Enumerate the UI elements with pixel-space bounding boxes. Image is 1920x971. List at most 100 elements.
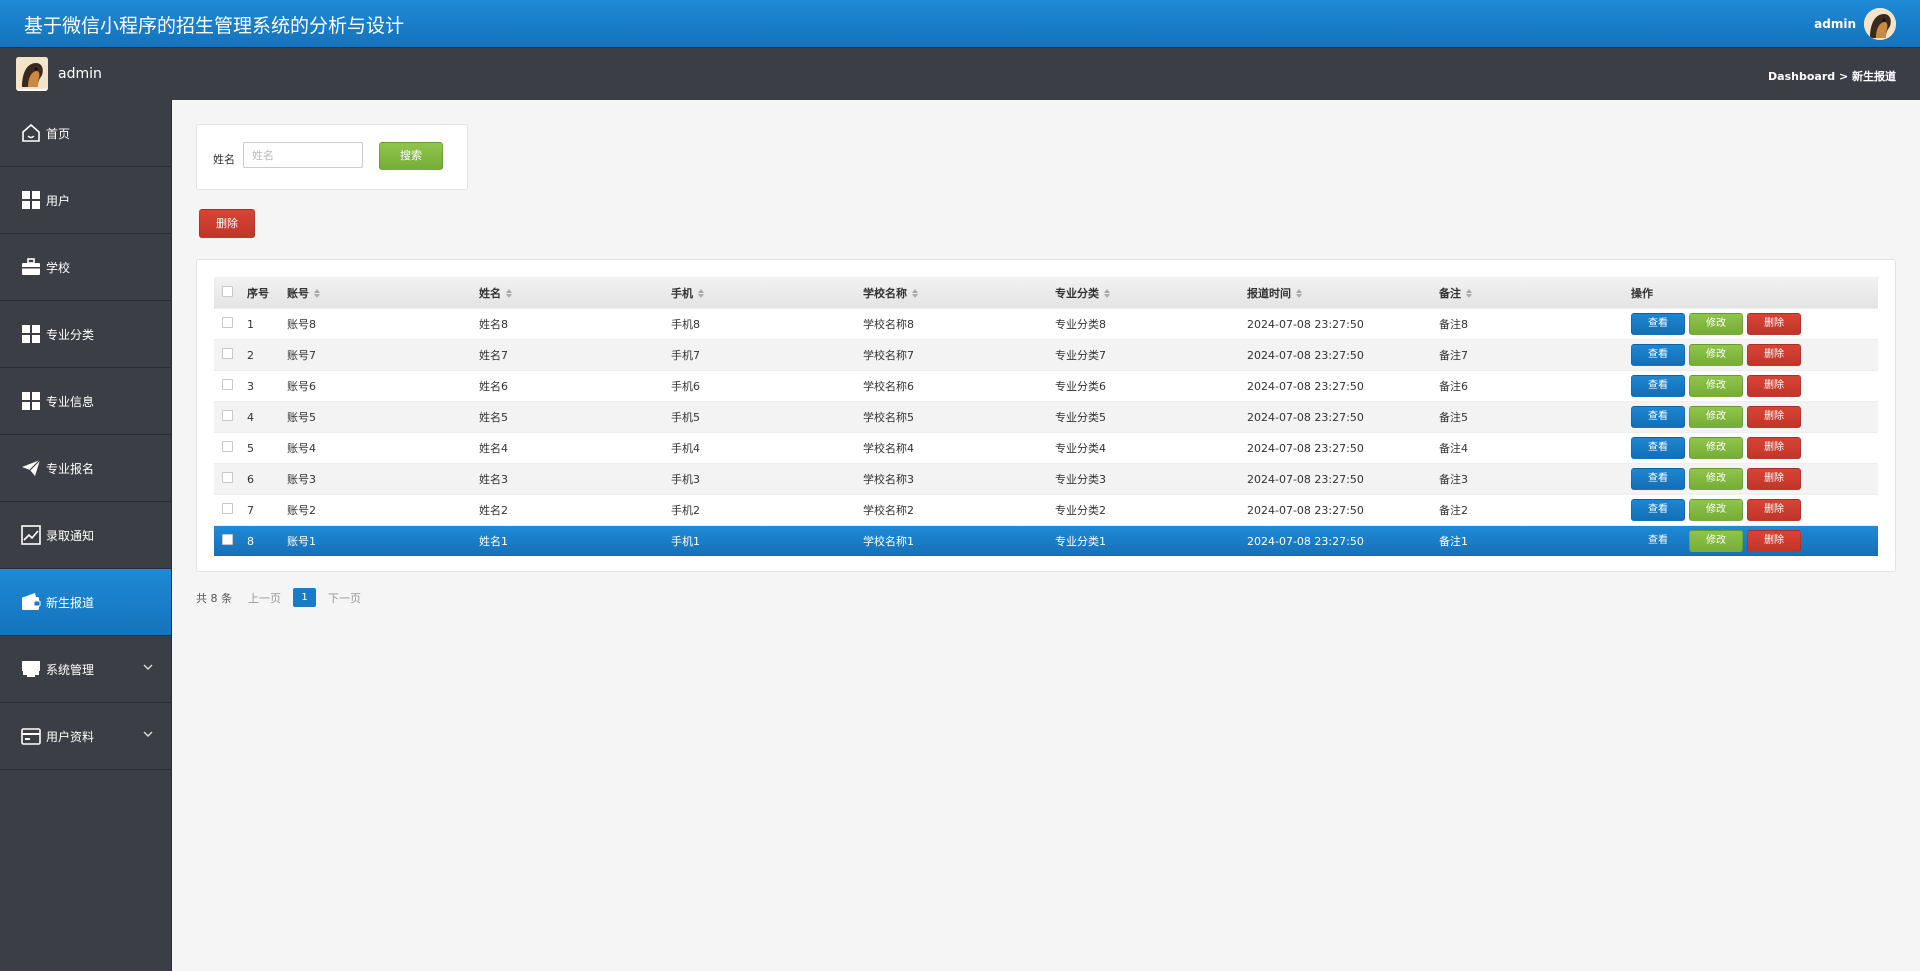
row-actions: 查看 修改 删除 xyxy=(1631,437,1878,459)
view-button[interactable]: 查看 xyxy=(1631,344,1685,366)
row-checkbox[interactable] xyxy=(222,410,233,421)
cell-major: 专业分类3 xyxy=(1055,473,1106,486)
cell-account: 账号8 xyxy=(287,318,316,331)
sidebar-item-major-category[interactable]: 专业分类 xyxy=(0,301,171,368)
search-panel: 姓名 搜索 xyxy=(196,124,468,190)
grid-icon xyxy=(20,189,42,211)
column-header-account[interactable]: 账号 xyxy=(287,285,479,301)
cell-account: 账号6 xyxy=(287,380,316,393)
view-button[interactable]: 查看 xyxy=(1631,530,1685,552)
pagination: 共 8 条 上一页 1 下一页 xyxy=(196,588,373,607)
prev-page-link[interactable]: 上一页 xyxy=(248,590,281,606)
sort-icon xyxy=(1466,289,1472,298)
sidebar-item-major-info[interactable]: 专业信息 xyxy=(0,368,171,435)
column-header-major[interactable]: 专业分类 xyxy=(1055,285,1247,301)
delete-button[interactable]: 删除 xyxy=(1747,313,1801,335)
row-checkbox[interactable] xyxy=(222,503,233,514)
sidebar-item-label: 专业报名 xyxy=(46,461,95,476)
breadcrumb[interactable]: Dashboard > 新生报道 xyxy=(1768,68,1896,84)
page-number-current[interactable]: 1 xyxy=(293,588,316,607)
edit-button[interactable]: 修改 xyxy=(1689,406,1743,428)
view-button[interactable]: 查看 xyxy=(1631,375,1685,397)
sort-icon xyxy=(698,289,704,298)
table-row[interactable]: 7 账号2 姓名2 手机2 学校名称2 专业分类2 2024-07-08 23:27:50 备… xyxy=(214,494,1878,525)
sidebar-item-user-profile[interactable]: 用户资料 xyxy=(0,703,171,770)
table-row[interactable]: 3 账号6 姓名6 手机6 学校名称6 专业分类6 2024-07-08 23:27:50 备… xyxy=(214,370,1878,401)
cell-school: 学校名称7 xyxy=(863,349,914,362)
delete-button[interactable]: 删除 xyxy=(1747,499,1801,521)
header-user-menu[interactable]: admin xyxy=(1814,8,1896,40)
search-label: 姓名 xyxy=(213,153,235,166)
sidebar-item-system-management[interactable]: 系统管理 xyxy=(0,636,171,703)
top-header: 基于微信小程序的招生管理系统的分析与设计 admin xyxy=(0,0,1920,47)
cell-note: 备注2 xyxy=(1439,504,1468,517)
sidebar-item-admission-notice[interactable]: 录取通知 xyxy=(0,502,171,569)
cell-school: 学校名称3 xyxy=(863,473,914,486)
row-number: 6 xyxy=(247,472,254,486)
grid-icon xyxy=(20,323,42,345)
header-avatar[interactable] xyxy=(1864,8,1896,40)
view-button[interactable]: 查看 xyxy=(1631,468,1685,490)
view-button[interactable]: 查看 xyxy=(1631,437,1685,459)
sidebar-item-freshman-report[interactable]: 新生报道 xyxy=(0,569,171,636)
name-search-input[interactable] xyxy=(243,142,363,168)
view-button[interactable]: 查看 xyxy=(1631,406,1685,428)
table-row[interactable]: 5 账号4 姓名4 手机4 学校名称4 专业分类4 2024-07-08 23:27:50 备… xyxy=(214,432,1878,463)
column-header-note[interactable]: 备注 xyxy=(1439,285,1631,301)
column-header-time[interactable]: 报道时间 xyxy=(1247,285,1439,301)
table-row[interactable]: 2 账号7 姓名7 手机7 学校名称7 专业分类7 2024-07-08 23:27:50 备… xyxy=(214,339,1878,370)
delete-button[interactable]: 删除 xyxy=(1747,437,1801,459)
header-username: admin xyxy=(1814,17,1856,31)
row-checkbox[interactable] xyxy=(222,348,233,359)
cell-major: 专业分类8 xyxy=(1055,318,1106,331)
view-button[interactable]: 查看 xyxy=(1631,499,1685,521)
table-row[interactable]: 4 账号5 姓名5 手机5 学校名称5 专业分类5 2024-07-08 23:27:50 备… xyxy=(214,401,1878,432)
row-checkbox[interactable] xyxy=(222,441,233,452)
batch-delete-button[interactable]: 删除 xyxy=(199,209,255,238)
select-all-checkbox[interactable] xyxy=(222,285,233,297)
row-checkbox[interactable] xyxy=(222,472,233,483)
sidebar-user[interactable]: admin xyxy=(16,57,102,91)
column-header-phone[interactable]: 手机 xyxy=(671,285,863,301)
column-header-name[interactable]: 姓名 xyxy=(479,285,671,301)
cell-major: 专业分类7 xyxy=(1055,349,1106,362)
edit-button[interactable]: 修改 xyxy=(1689,313,1743,335)
sidebar-item-label: 新生报道 xyxy=(46,595,95,610)
row-checkbox[interactable] xyxy=(222,534,233,545)
table-row[interactable]: 8 账号1 姓名1 手机1 学校名称1 专业分类1 2024-07-08 23:27:50 备… xyxy=(214,525,1878,556)
edit-button[interactable]: 修改 xyxy=(1689,375,1743,397)
edit-button[interactable]: 修改 xyxy=(1689,468,1743,490)
sidebar-item-users[interactable]: 用户 xyxy=(0,167,171,234)
sidebar-item-label: 用户 xyxy=(46,193,71,208)
edit-button[interactable]: 修改 xyxy=(1689,499,1743,521)
delete-button[interactable]: 删除 xyxy=(1747,406,1801,428)
cell-report-time: 2024-07-08 23:27:50 xyxy=(1247,317,1364,331)
table-row[interactable]: 6 账号3 姓名3 手机3 学校名称3 专业分类3 2024-07-08 23:27:50 备… xyxy=(214,463,1878,494)
cell-report-time: 2024-07-08 23:27:50 xyxy=(1247,472,1364,486)
sidebar-item-school[interactable]: 学校 xyxy=(0,234,171,301)
edit-button[interactable]: 修改 xyxy=(1689,344,1743,366)
row-checkbox[interactable] xyxy=(222,317,233,328)
search-button[interactable]: 搜索 xyxy=(379,142,443,170)
row-number: 2 xyxy=(247,348,254,362)
sort-icon xyxy=(1296,289,1302,298)
delete-button[interactable]: 删除 xyxy=(1747,530,1801,552)
edit-button[interactable]: 修改 xyxy=(1689,437,1743,459)
cell-phone: 手机3 xyxy=(671,473,700,486)
edit-button[interactable]: 修改 xyxy=(1689,530,1743,552)
sidebar-item-label: 专业分类 xyxy=(46,327,95,342)
column-header-label: 姓名 xyxy=(479,286,501,300)
sidebar-item-major-signup[interactable]: 专业报名 xyxy=(0,435,171,502)
sidebar-item-home[interactable]: 首页 xyxy=(0,100,171,167)
delete-button[interactable]: 删除 xyxy=(1747,468,1801,490)
row-actions: 查看 修改 删除 xyxy=(1631,313,1878,335)
sort-icon xyxy=(912,289,918,298)
column-header-school[interactable]: 学校名称 xyxy=(863,285,1055,301)
delete-button[interactable]: 删除 xyxy=(1747,375,1801,397)
table-row[interactable]: 1 账号8 姓名8 手机8 学校名称8 专业分类8 2024-07-08 23:27:50 备… xyxy=(214,308,1878,339)
row-checkbox[interactable] xyxy=(222,379,233,390)
delete-button[interactable]: 删除 xyxy=(1747,344,1801,366)
cell-name: 姓名3 xyxy=(479,473,508,486)
view-button[interactable]: 查看 xyxy=(1631,313,1685,335)
next-page-link[interactable]: 下一页 xyxy=(328,590,361,606)
